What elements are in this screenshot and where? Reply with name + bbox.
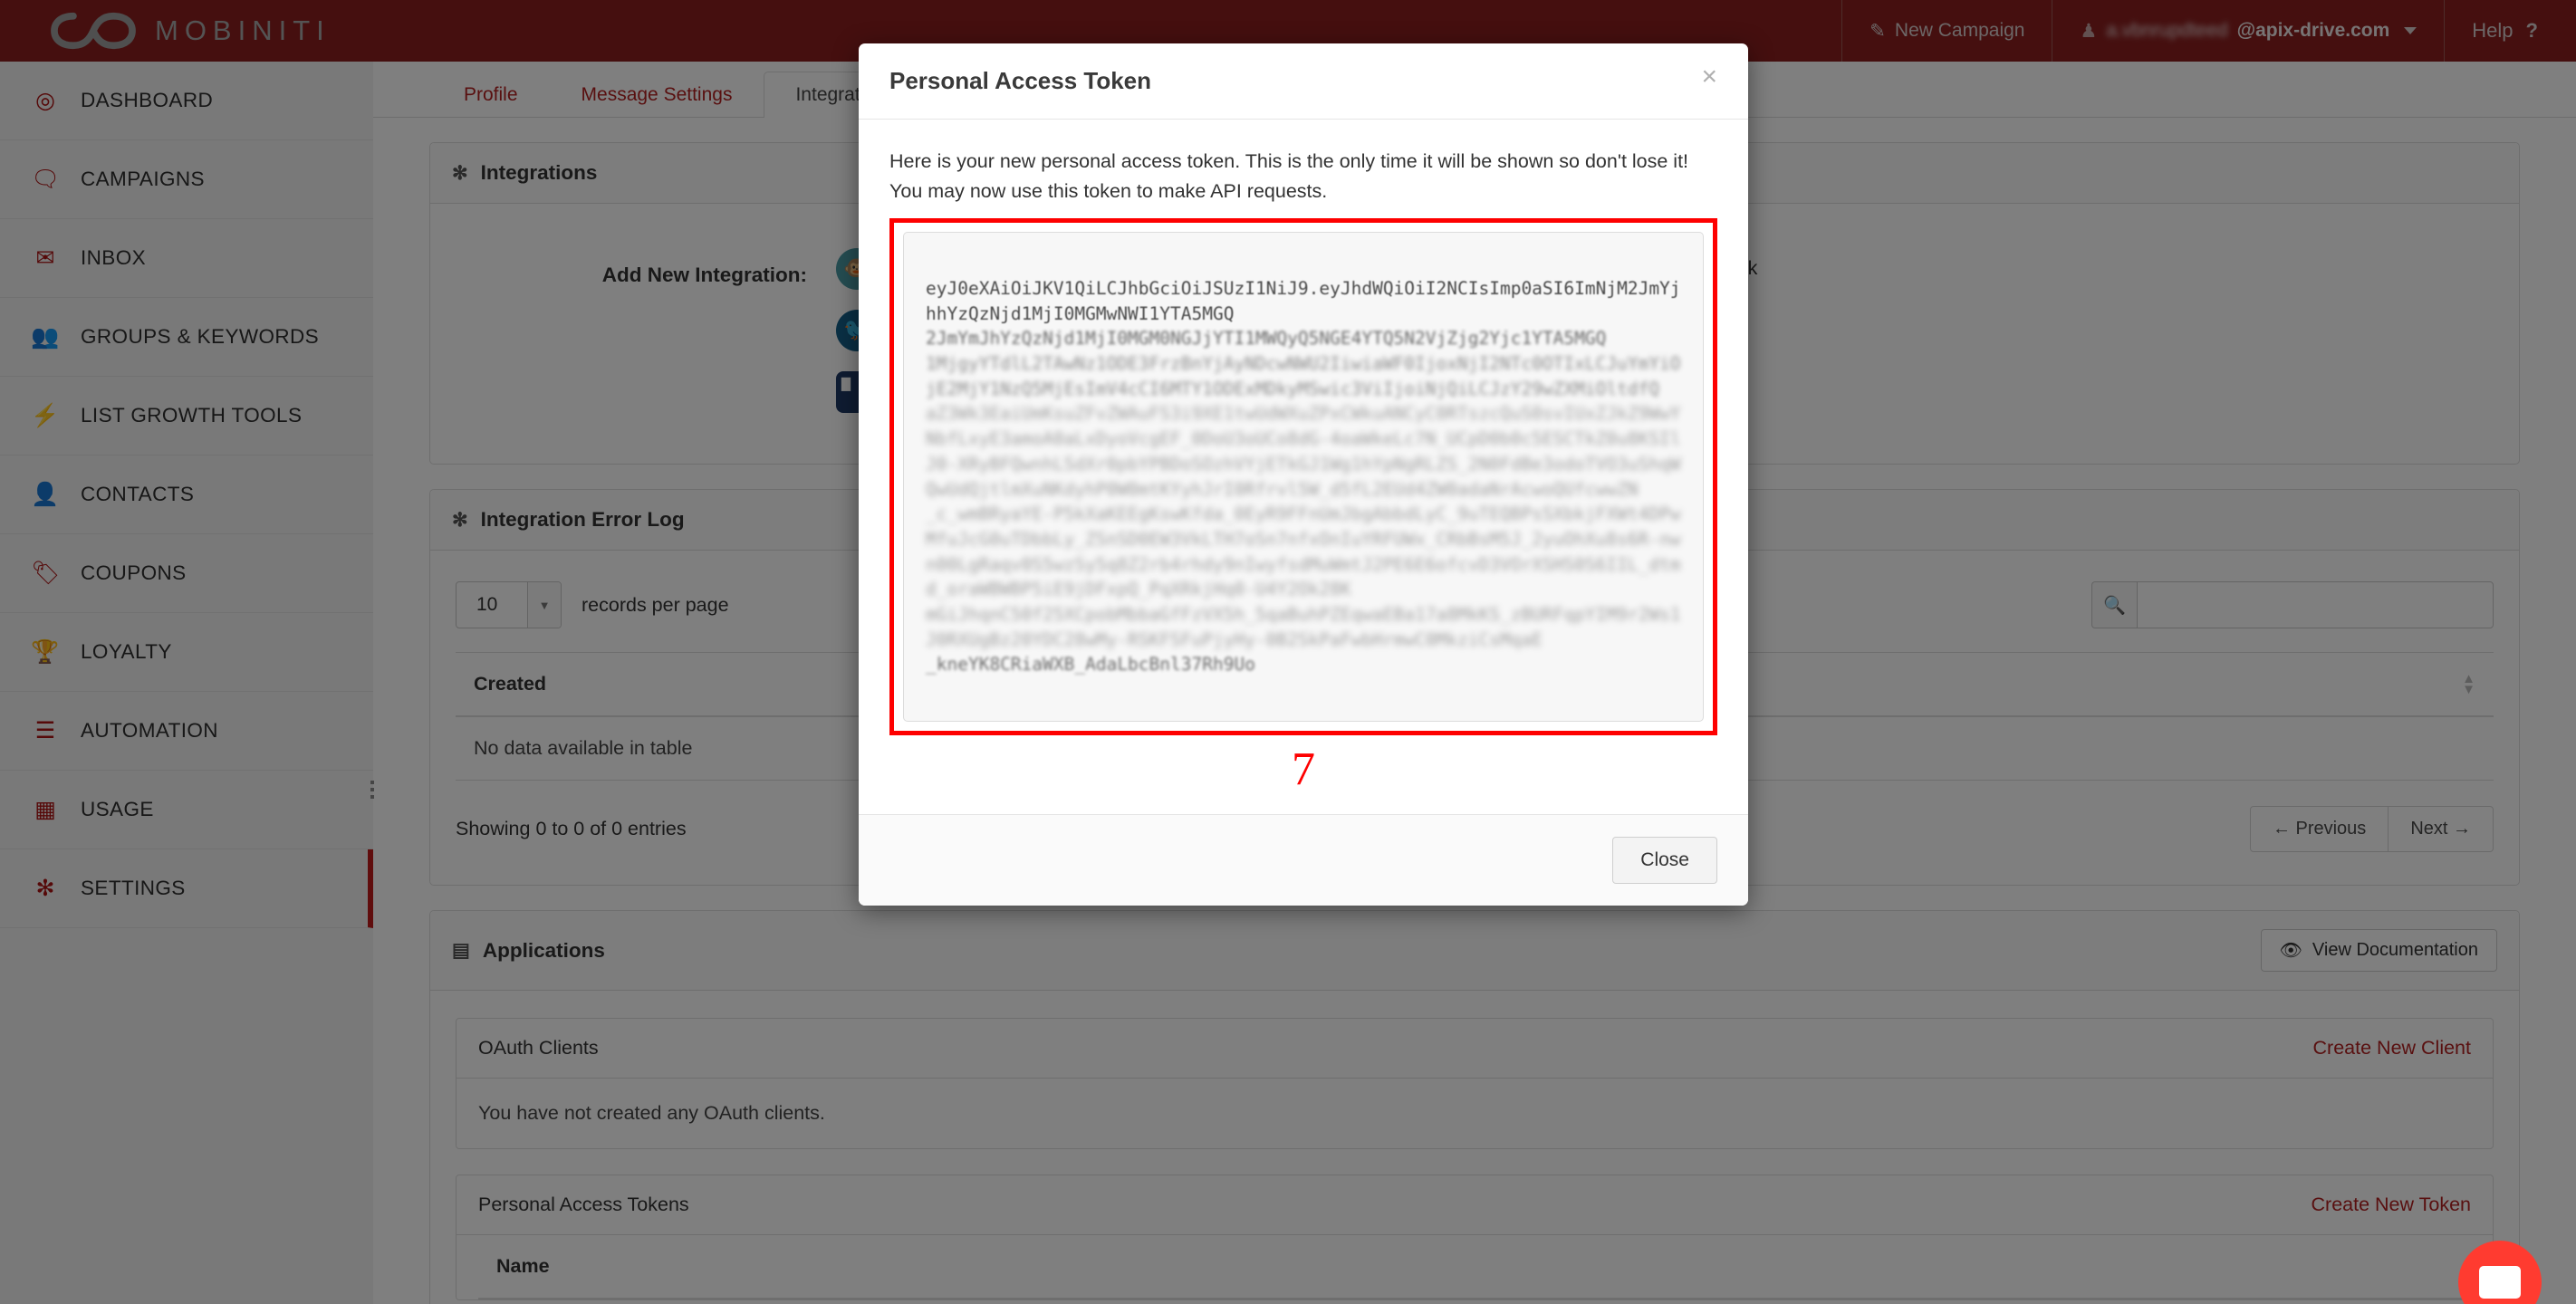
token-line-blurred-b: aZ3Wk3EaiUmKsuZFvZWAuFS3i9XE1twUdWXuZPxC… — [926, 403, 1681, 500]
token-display-box[interactable]: eyJ0eXAiOiJKV1QiLCJhbGciOiJSUzI1NiJ9.eyJ… — [903, 232, 1704, 722]
token-line-blurred-d: mGiJhqnC50f25XCpobMbbaGfFzVX5h_5qaBuhPZE… — [926, 603, 1681, 650]
token-line-blurred-c: _c_wmBRyaYE-P5kXaKEEgKswKfda_0EyR9FFnUmJ… — [926, 503, 1681, 600]
modal-title: Personal Access Token — [889, 67, 1152, 94]
chat-bubble-icon — [2479, 1266, 2521, 1299]
token-line-tail: _kneYK8CRiaWXB_AdaLbcBnl37Rh9Uo — [926, 654, 1255, 676]
token-line-visible: eyJ0eXAiOiJKV1QiLCJhbGciOiJSUzI1NiJ9.eyJ… — [926, 278, 1681, 324]
token-highlight-frame: eyJ0eXAiOiJKV1QiLCJhbGciOiJSUzI1NiJ9.eyJ… — [889, 218, 1717, 735]
token-line-blurred-a: 1MjgyYTdlL2TAwNz1ODE3FrzBnYjAyNDcwNWU2Ii… — [926, 353, 1681, 399]
close-button[interactable]: Close — [1612, 836, 1717, 884]
modal-intro-text: Here is your new personal access token. … — [889, 150, 1689, 202]
app-root: MOBINITI ✎ New Campaign ♟ a.vbnrupdteed … — [0, 0, 2576, 1304]
close-icon[interactable]: × — [1701, 63, 1717, 91]
modal-body: Here is your new personal access token. … — [859, 120, 1748, 814]
token-text: eyJ0eXAiOiJKV1QiLCJhbGciOiJSUzI1NiJ9.eyJ… — [926, 251, 1681, 702]
annotation-step-number: 7 — [1292, 743, 1315, 795]
modal-header: Personal Access Token × — [859, 43, 1748, 120]
modal-footer: Close — [859, 813, 1748, 906]
personal-access-token-modal: Personal Access Token × Here is your new… — [859, 43, 1748, 906]
token-line-partial: 2JmYmJhYzQzNjd1MjI0MGM0NGJjYTI1MWQyQ5NGE… — [926, 328, 1607, 350]
